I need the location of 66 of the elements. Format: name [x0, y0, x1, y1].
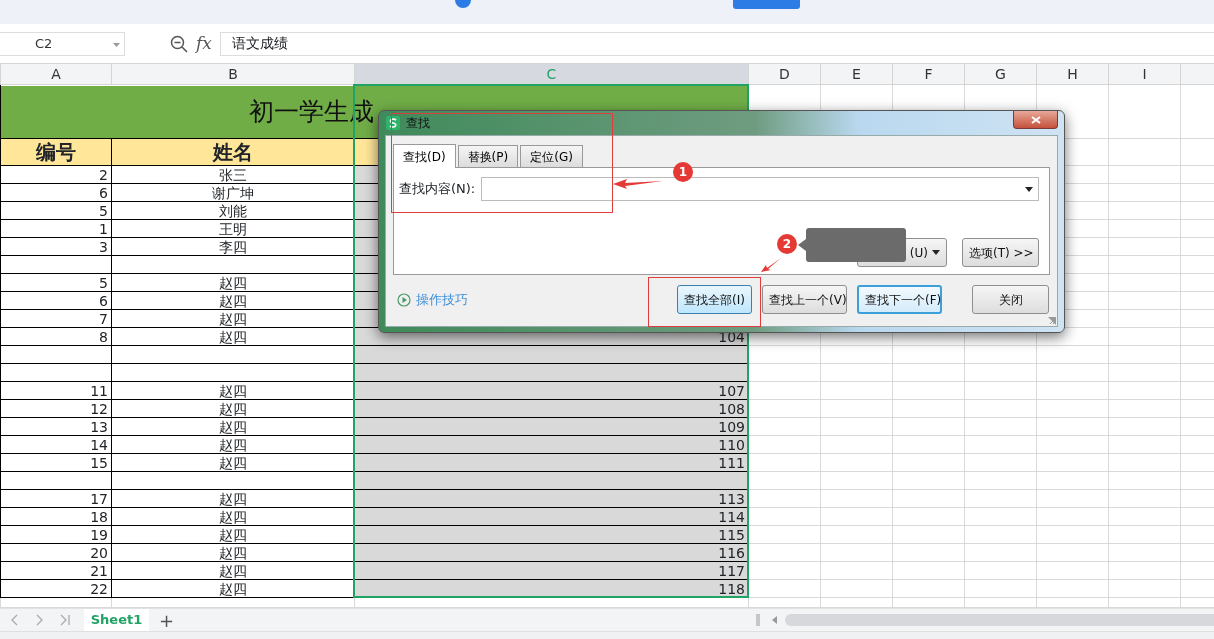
table-cell: 2	[0, 165, 112, 184]
table-cell: 22	[0, 579, 112, 598]
table-cell: 5	[0, 273, 112, 292]
table-cell: 5	[0, 201, 112, 220]
dialog-button[interactable]: 关闭	[972, 285, 1049, 314]
next-sheet-icon[interactable]	[36, 614, 44, 626]
column-header[interactable]: I	[1108, 63, 1181, 85]
table-cell: 18	[0, 507, 112, 526]
table-cell: 7	[0, 309, 112, 328]
header-cell: 姓名	[111, 138, 355, 166]
name-box[interactable]: C2	[0, 31, 125, 56]
dropdown-caret-icon[interactable]	[1025, 186, 1033, 192]
dialog-button[interactable]: 查找下一个(F)	[857, 285, 942, 314]
table-cell: 3	[0, 237, 112, 256]
table-cell: 19	[0, 525, 112, 544]
table-cell: 谢广坤	[111, 183, 355, 202]
column-header[interactable]: A	[0, 63, 112, 85]
column-header[interactable]: B	[111, 63, 355, 85]
table-cell: 张三	[111, 165, 355, 184]
horizontal-scrollbar[interactable]	[785, 614, 1214, 626]
options-button[interactable]: 选项(T) >>	[962, 238, 1039, 267]
table-cell: 1	[0, 219, 112, 238]
add-sheet-button[interactable]: +	[159, 606, 175, 634]
last-sheet-icon[interactable]	[60, 614, 70, 626]
table-cell: 21	[0, 561, 112, 580]
column-header[interactable]: D	[748, 63, 821, 85]
formula-input[interactable]: 语文成绩	[219, 31, 1214, 56]
dialog-title: 查找	[406, 115, 430, 132]
dialog-button[interactable]: 查找上一个(V)	[762, 285, 847, 314]
dropdown-caret-icon	[932, 250, 940, 255]
dialog-tab[interactable]: 替换(P)	[457, 145, 519, 167]
column-header[interactable]: G	[964, 63, 1037, 85]
table-cell: 15	[0, 453, 112, 472]
table-cell: 17	[0, 489, 112, 508]
table-cell: 12	[0, 399, 112, 418]
function-label[interactable]: fx	[196, 30, 212, 57]
table-cell: 刘能	[111, 201, 355, 220]
header-cell: 编号	[0, 138, 112, 166]
table-cell: 11	[0, 381, 112, 400]
close-button[interactable]	[1013, 111, 1058, 129]
column-header[interactable]: E	[820, 63, 893, 85]
resize-grip-icon[interactable]	[1048, 317, 1056, 325]
play-icon[interactable]	[397, 292, 411, 307]
table-cell: 6	[0, 183, 112, 202]
cell-reference: C2	[35, 34, 53, 53]
dialog-button[interactable]: 查找全部(I)	[677, 285, 752, 314]
field-label: 查找内容(N):	[399, 180, 476, 199]
find-input-field[interactable]	[481, 177, 1039, 201]
dialog-tab[interactable]: 查找(D)	[393, 144, 456, 168]
dialog-tab[interactable]: 定位(G)	[520, 145, 583, 167]
info-icon	[455, 0, 471, 8]
table-cell: 20	[0, 543, 112, 562]
column-header[interactable]: F	[892, 63, 965, 85]
app-icon	[386, 116, 400, 130]
formula-value: 语文成绩	[231, 34, 288, 53]
table-cell: 李四	[111, 237, 355, 256]
table-cell: 6	[0, 291, 112, 310]
column-header[interactable]: H	[1036, 63, 1109, 85]
close-icon	[1030, 115, 1041, 124]
table-cell: 13	[0, 417, 112, 436]
table-cell: 14	[0, 435, 112, 454]
splitter-icon[interactable]	[756, 614, 761, 626]
first-sheet-icon[interactable]	[10, 614, 18, 626]
table-cell: 8	[0, 327, 112, 346]
zoom-out-icon[interactable]	[170, 34, 188, 53]
scroll-left-icon[interactable]	[772, 616, 778, 624]
